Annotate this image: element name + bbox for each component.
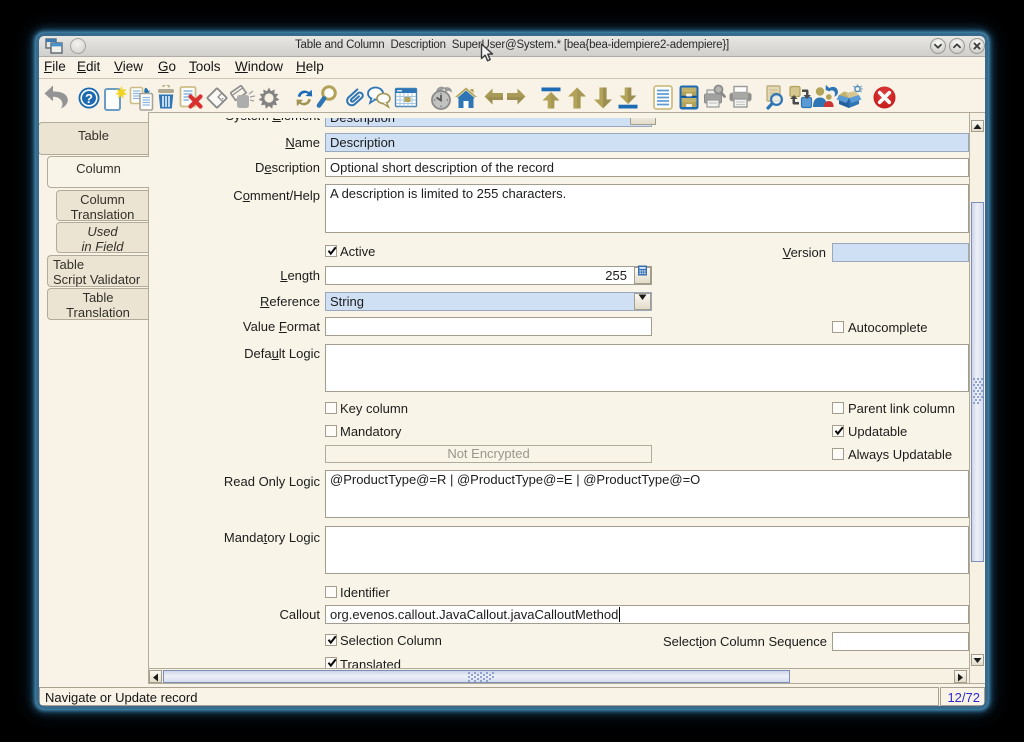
svg-text:?: ? [85, 91, 93, 106]
